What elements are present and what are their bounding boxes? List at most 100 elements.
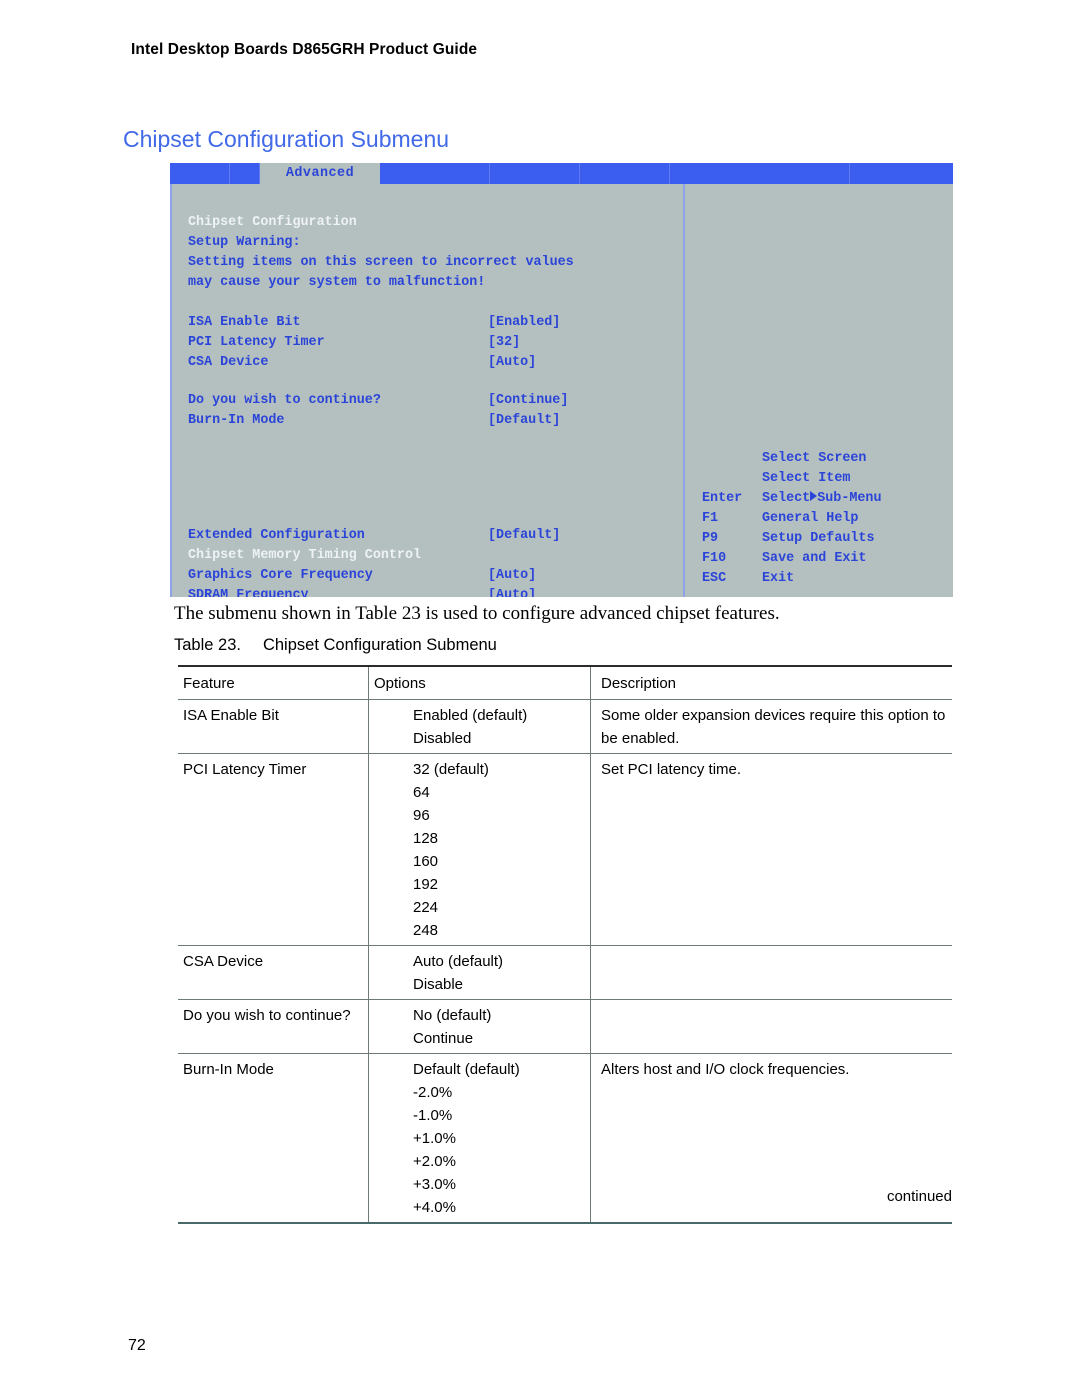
row-feature-burn-in-mode: Burn-In Mode (178, 1053, 369, 1224)
bios-item-do-you-wish-to-continue-value[interactable]: [Continue] (488, 391, 568, 411)
row-description-csa-device (590, 945, 952, 1000)
bios-item-extended-configuration-label[interactable]: Extended Configuration (188, 526, 365, 546)
option-list: 32 (default) 64 96 128 160 192 224 248 (413, 758, 590, 942)
help-action-f9: Setup Defaults (762, 531, 875, 546)
option-item: 224 (413, 899, 439, 916)
running-header: Intel Desktop Boards D865GRH Product Gui… (131, 41, 478, 58)
menu-segment-6[interactable] (670, 163, 850, 184)
page-number: 72 (128, 1337, 146, 1354)
bios-item-csa-device-value[interactable]: [Auto] (488, 353, 536, 373)
bios-item-graphics-core-frequency-value[interactable]: [Auto] (488, 566, 536, 586)
menu-segment-5[interactable] (580, 163, 670, 184)
option-item: 248 (413, 922, 439, 939)
option-item: -1.0% (413, 1107, 453, 1124)
bios-warning-label: Setup Warning: (188, 235, 301, 250)
row-options-csa-device: Auto (default) Disable (368, 945, 591, 1000)
menu-segment-4[interactable] (490, 163, 580, 184)
bios-warning-line-1: Setting items on this screen to incorrec… (188, 255, 574, 270)
option-item: Default (default) (413, 1061, 520, 1078)
help-action-f10: Save and Exit (762, 551, 867, 566)
menu-segment-7[interactable] (850, 163, 953, 184)
row-options-pci-latency-timer: 32 (default) 64 96 128 160 192 224 248 (368, 753, 591, 946)
table-header-options: Options (368, 665, 591, 700)
table-row: Do you wish to continue? No (default) Co… (178, 999, 952, 1054)
menu-segment-3[interactable] (380, 163, 490, 184)
row-description-do-you-wish-to-continue (590, 999, 952, 1054)
bios-item-burn-in-mode-value[interactable]: [Default] (488, 411, 560, 431)
bios-help-panel: Select Screen Select Item Enter Select Su… (685, 184, 953, 597)
chipset-configuration-table: Feature Options Description ISA Enable B… (178, 665, 952, 1224)
help-key-f9: P9 (702, 531, 719, 546)
option-item: 32 (default) (413, 761, 489, 778)
row-feature-pci-latency-timer: PCI Latency Timer (178, 753, 369, 946)
option-item: +4.0% (413, 1199, 456, 1216)
table-row: PCI Latency Timer 32 (default) 64 96 128… (178, 753, 952, 946)
option-item: -2.0% (413, 1084, 453, 1101)
table-row: CSA Device Auto (default) Disable (178, 945, 952, 1000)
row-feature-isa-enable-bit: ISA Enable Bit (178, 699, 369, 754)
help-key-f10: F10 (702, 551, 727, 566)
option-item: Enabled (default) (413, 707, 528, 724)
table-row: Burn-In Mode Default (default) -2.0% -1.… (178, 1053, 952, 1224)
option-item: 192 (413, 876, 439, 893)
bios-item-chipset-memory-timing-control-label[interactable]: Chipset Memory Timing Control (188, 546, 421, 566)
row-description-pci-latency-timer: Set PCI latency time. (590, 753, 952, 946)
option-list: Enabled (default) Disabled (413, 704, 590, 750)
help-action-enter-after: Sub-Menu (817, 491, 882, 506)
option-item: Continue (413, 1030, 474, 1047)
help-action-select-screen: Select Screen (762, 451, 867, 466)
bios-setup-screenshot: Advanced Chipset Configuration Setup War… (170, 163, 953, 597)
option-item: 64 (413, 784, 430, 801)
bios-item-burn-in-mode-label[interactable]: Burn-In Mode (188, 411, 284, 431)
table-header-row: Feature Options Description (178, 665, 952, 700)
bios-settings-panel: Chipset Configuration Setup Warning: Set… (170, 184, 685, 597)
table-row: ISA Enable Bit Enabled (default) Disable… (178, 699, 952, 754)
option-item: 128 (413, 830, 439, 847)
help-key-enter: Enter (702, 491, 743, 506)
bios-item-sdram-frequency-value[interactable]: [Auto] (488, 586, 536, 597)
option-item: +3.0% (413, 1176, 456, 1193)
help-action-enter-before: Select (762, 491, 811, 506)
page-title: Chipset Configuration Submenu (123, 126, 450, 152)
bios-item-sdram-frequency-label[interactable]: SDRAM Frequency (188, 586, 309, 597)
bios-item-do-you-wish-to-continue-label[interactable]: Do you wish to continue? (188, 391, 381, 411)
submenu-arrow-icon (810, 491, 818, 502)
row-options-isa-enable-bit: Enabled (default) Disabled (368, 699, 591, 754)
bios-item-isa-enable-bit-value[interactable]: [Enabled] (488, 313, 560, 333)
row-feature-csa-device: CSA Device (178, 945, 369, 1000)
bios-item-extended-configuration-value[interactable]: [Default] (488, 526, 560, 546)
continued-note: continued (886, 1188, 952, 1205)
bios-item-pci-latency-timer-label[interactable]: PCI Latency Timer (188, 333, 325, 353)
table-caption-number: Table 23. (174, 636, 241, 654)
option-item: +2.0% (413, 1153, 456, 1170)
table-header-feature: Feature (178, 665, 369, 700)
option-item: +1.0% (413, 1130, 456, 1147)
body-paragraph: The submenu shown in Table 23 is used to… (174, 603, 780, 624)
menu-segment-1[interactable] (170, 163, 230, 184)
bios-item-isa-enable-bit-label[interactable]: ISA Enable Bit (188, 313, 301, 333)
help-key-f1: F1 (702, 511, 719, 526)
row-options-do-you-wish-to-continue: No (default) Continue (368, 999, 591, 1054)
bios-item-csa-device-label[interactable]: CSA Device (188, 353, 268, 373)
option-item: Auto (default) (413, 953, 504, 970)
help-action-select-item: Select Item (762, 471, 851, 486)
help-action-f1: General Help (762, 511, 859, 526)
row-feature-do-you-wish-to-continue: Do you wish to continue? (178, 999, 369, 1054)
option-list: No (default) Continue (413, 1004, 590, 1050)
table-caption: Table 23. Chipset Configuration Submenu (174, 636, 497, 655)
bios-body: Chipset Configuration Setup Warning: Set… (170, 184, 953, 597)
menu-segment-2[interactable] (230, 163, 260, 184)
row-options-burn-in-mode: Default (default) -2.0% -1.0% +1.0% +2.0… (368, 1053, 591, 1224)
option-list: Default (default) -2.0% -1.0% +1.0% +2.0… (413, 1058, 590, 1219)
bios-item-pci-latency-timer-value[interactable]: [32] (488, 333, 520, 353)
bios-item-graphics-core-frequency-label[interactable]: Graphics Core Frequency (188, 566, 373, 586)
bios-menu-bar: Advanced (170, 163, 953, 184)
table-caption-title: Chipset Configuration Submenu (262, 636, 497, 654)
help-key-esc: ESC (702, 571, 727, 586)
option-list: Auto (default) Disable (413, 950, 590, 996)
table-header-description: Description (590, 665, 952, 700)
option-item: No (default) (413, 1007, 492, 1024)
option-item: Disabled (413, 730, 472, 747)
bios-warning-line-2: may cause your system to malfunction! (188, 275, 486, 290)
tab-advanced[interactable]: Advanced (260, 163, 380, 184)
